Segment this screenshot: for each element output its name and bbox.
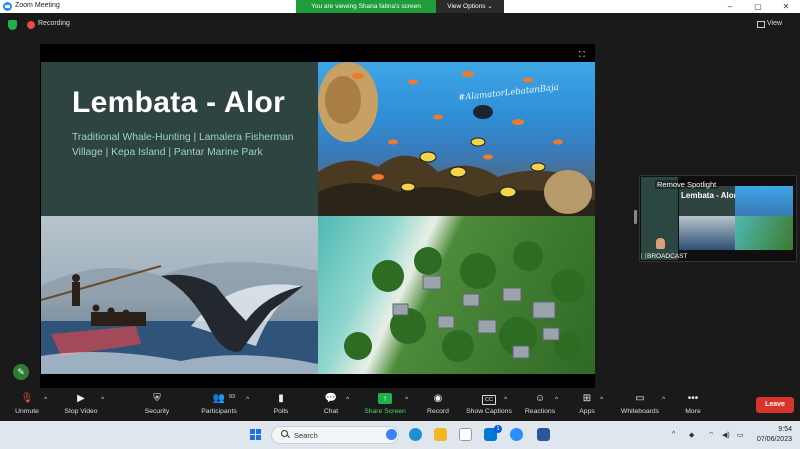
mail-badge: 1 — [494, 425, 502, 433]
whiteboards-caret-icon[interactable]: ^ — [662, 396, 665, 423]
recording-icon[interactable] — [27, 21, 35, 29]
polls-label: Polls — [273, 408, 289, 415]
stop-video-label: Stop Video — [64, 408, 98, 415]
whiteboard-icon: ▭ — [635, 393, 645, 404]
participants-caret-icon[interactable]: ^ — [246, 396, 249, 423]
leave-button[interactable]: Leave — [756, 397, 794, 413]
mic-muted-icon: 🎙 — [20, 393, 34, 404]
participant-avatar — [656, 238, 665, 249]
more-label: More — [685, 408, 701, 415]
island-village-image — [318, 216, 595, 374]
whiteboards-label: Whiteboards — [620, 408, 660, 415]
taskbar-clock-date[interactable]: 07/06/2023 — [752, 436, 792, 443]
maximize-icon[interactable]: ▢ — [744, 0, 772, 13]
screen-share-banner: You are viewing Shana fatina's screen Vi… — [296, 0, 508, 13]
participant-name: BROADCAST — [647, 253, 688, 260]
slide-title: Lembata - Alor — [72, 86, 286, 119]
unmute-button[interactable]: 🎙 Unmute — [10, 393, 44, 420]
word-icon[interactable] — [537, 428, 550, 441]
apps-button[interactable]: ⊞ Apps — [574, 393, 600, 420]
apps-caret-icon[interactable]: ^ — [600, 396, 603, 423]
zoom-taskbar-icon[interactable] — [510, 428, 523, 441]
record-button[interactable]: ◉ Record — [424, 393, 452, 420]
viewing-screen-label: You are viewing Shana fatina's screen — [296, 0, 436, 13]
share-caret-icon[interactable]: ^ — [405, 396, 408, 423]
polls-button[interactable]: ▮ Polls — [268, 393, 294, 420]
taskbar-search-box[interactable] — [271, 426, 399, 444]
chat-button[interactable]: 💬 Chat — [318, 393, 344, 420]
audio-caret-icon[interactable]: ^ — [44, 396, 47, 423]
slide-subtitle: Traditional Whale-Hunting | Lamalera Fis… — [72, 132, 294, 158]
security-label: Security — [144, 408, 170, 415]
recording-label: Recording — [38, 20, 70, 27]
whiteboards-button[interactable]: ▭ Whiteboards — [618, 393, 662, 420]
stop-video-button[interactable]: ▶ Stop Video — [60, 393, 102, 420]
thumbnail-island-image — [735, 216, 793, 250]
chevron-down-icon: ⌄ — [487, 3, 493, 10]
record-icon: ◉ — [433, 393, 443, 404]
participants-count: 93 — [229, 394, 236, 400]
security-shield-icon[interactable] — [8, 20, 17, 30]
apps-label: Apps — [579, 408, 595, 415]
polls-icon: ▮ — [278, 393, 284, 404]
view-button[interactable]: View — [767, 20, 782, 27]
photos-icon[interactable] — [459, 428, 472, 441]
tray-chevron-icon[interactable]: ^ — [672, 431, 675, 438]
reactions-icon: ☺ — [534, 393, 546, 404]
participants-label: Participants — [201, 408, 237, 415]
window-title: Zoom Meeting — [15, 2, 60, 9]
captions-caret-icon[interactable]: ^ — [504, 396, 507, 423]
edge-icon[interactable] — [409, 428, 422, 441]
volume-icon[interactable]: ◀) — [722, 431, 730, 439]
search-label: Search — [294, 431, 318, 440]
thumbnail-reef-image — [735, 186, 793, 216]
tray-app-icon[interactable]: ◆ — [689, 431, 694, 439]
camera-icon: ▶ — [77, 393, 85, 404]
view-options-button[interactable]: View Options ⌄ — [436, 0, 504, 13]
signal-icon — [641, 253, 646, 259]
security-button[interactable]: ⛨ Security — [140, 393, 174, 420]
video-caret-icon[interactable]: ^ — [101, 396, 104, 423]
apps-icon: ⊞ — [582, 393, 592, 404]
more-dots-icon: ••• — [687, 393, 699, 404]
search-icon — [281, 430, 288, 437]
taskbar-clock-time[interactable]: 9:54 — [752, 426, 792, 433]
fullscreen-icon[interactable]: ⛶ — [579, 50, 585, 60]
wifi-icon[interactable]: ⌔ — [708, 431, 715, 440]
reactions-caret-icon[interactable]: ^ — [555, 396, 558, 423]
share-screen-icon: ↑ — [378, 393, 392, 404]
windows-taskbar — [0, 421, 800, 449]
unmute-label: Unmute — [15, 408, 39, 415]
windows-start-icon[interactable] — [250, 429, 262, 441]
record-label: Record — [427, 408, 449, 415]
chat-label: Chat — [323, 408, 339, 415]
chat-caret-icon[interactable]: ^ — [346, 396, 349, 423]
thumbnail-whale-image — [679, 216, 735, 250]
shield-icon: ⛨ — [153, 393, 161, 404]
share-screen-button[interactable]: ↑ Share Screen — [362, 393, 408, 420]
resize-handle[interactable] — [634, 210, 637, 224]
file-explorer-icon[interactable] — [434, 428, 447, 441]
close-icon[interactable]: ✕ — [772, 0, 800, 13]
zoom-app-icon — [3, 2, 12, 11]
chat-icon: 💬 — [324, 393, 338, 404]
battery-icon[interactable]: ▭ — [737, 431, 744, 439]
bing-widget-icon[interactable] — [386, 429, 397, 440]
view-layout-icon[interactable] — [757, 21, 765, 28]
thumbnail-slide-title: Lembata - Alor — [681, 191, 737, 200]
view-options-label: View Options — [447, 3, 486, 10]
minimize-icon[interactable]: – — [716, 0, 744, 13]
remove-spotlight-button[interactable]: Remove Spotlight — [655, 180, 719, 189]
more-button[interactable]: ••• More — [680, 393, 706, 420]
captions-icon: CC — [482, 395, 496, 405]
whale-hunting-image — [41, 216, 318, 374]
reactions-label: Reactions — [524, 408, 556, 415]
annotate-pencil-icon[interactable]: ✎ — [13, 364, 29, 380]
reactions-button[interactable]: ☺ Reactions — [522, 393, 558, 420]
share-screen-label: Share Screen — [364, 408, 406, 415]
